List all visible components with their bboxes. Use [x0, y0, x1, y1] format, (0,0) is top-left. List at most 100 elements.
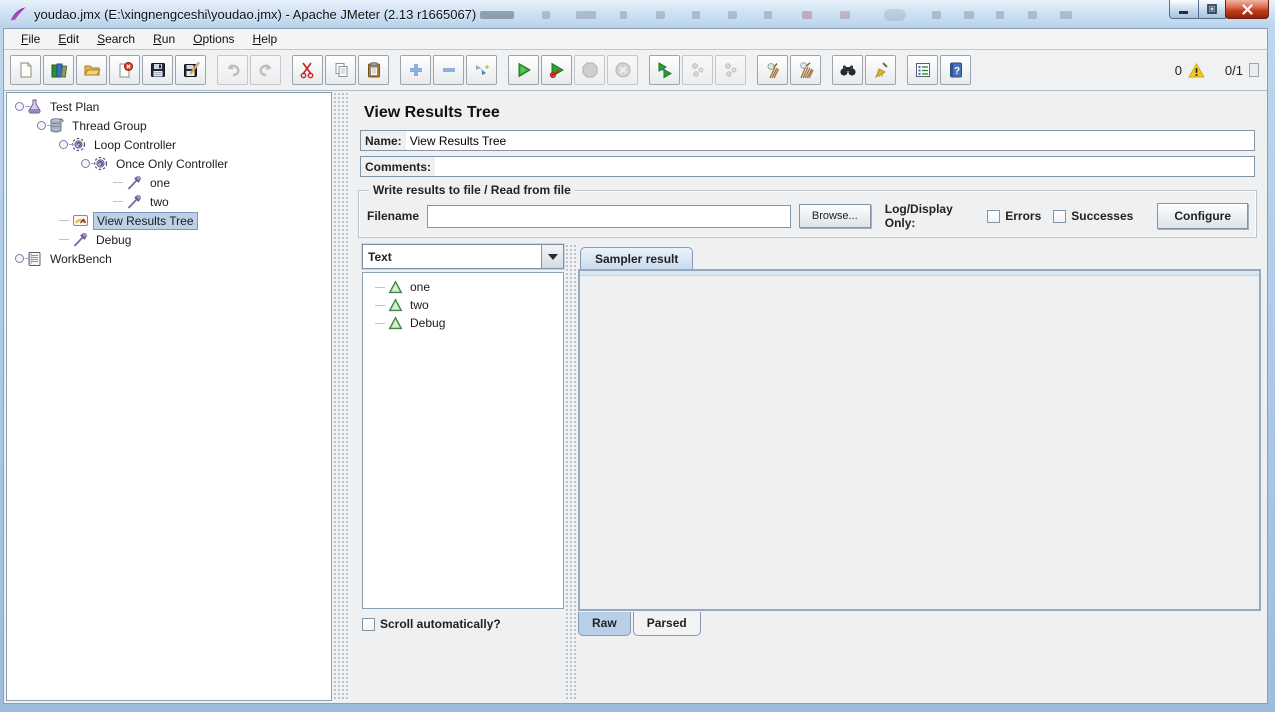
tab-parsed[interactable]: Parsed [632, 612, 701, 636]
results-tree[interactable]: one two Debug [362, 272, 564, 609]
combo-dropdown-button[interactable] [541, 245, 563, 268]
redo-button[interactable] [250, 55, 281, 85]
name-input[interactable] [405, 131, 1254, 150]
scroll-automatically-checkbox[interactable] [362, 617, 375, 631]
save-button[interactable] [142, 55, 173, 85]
errors-checkbox[interactable] [987, 209, 1001, 223]
view-results-tree-panel: View Results Tree Name: Comments: Write … [350, 92, 1265, 701]
viewer-split-divider[interactable] [565, 244, 577, 699]
menu-options[interactable]: Options [184, 30, 243, 48]
open-file-button[interactable] [76, 55, 107, 85]
log-error-count[interactable]: 0 [1175, 63, 1182, 78]
tree-node-label[interactable]: View Results Tree [93, 211, 198, 230]
remote-stop-all-button[interactable] [682, 55, 713, 85]
clear-icon [767, 62, 779, 79]
collapse-all-button[interactable] [433, 55, 464, 85]
save-icon [150, 63, 165, 77]
renderer-select[interactable]: Text [362, 244, 564, 269]
menu-file[interactable]: File [12, 30, 49, 48]
main-split-divider[interactable] [333, 92, 350, 701]
paste-button[interactable] [358, 55, 389, 85]
browse-button[interactable]: Browse... [798, 204, 871, 228]
tree-node-workbench[interactable]: WorkBench [7, 249, 331, 268]
copy-icon [335, 63, 347, 77]
collapse-all-icon [442, 68, 455, 72]
tree-node-label[interactable]: Test Plan [47, 99, 102, 115]
search-button[interactable] [832, 55, 863, 85]
shutdown-button[interactable] [607, 55, 638, 85]
tree-node-label[interactable]: Loop Controller [91, 137, 179, 153]
tab-raw[interactable]: Raw [578, 612, 631, 636]
menu-search[interactable]: Search [88, 30, 144, 48]
expand-knob[interactable] [81, 159, 96, 168]
sampler-result-content[interactable] [578, 269, 1261, 611]
menu-run[interactable]: Run [144, 30, 184, 48]
help-button[interactable]: ? [940, 55, 971, 85]
expand-all-button[interactable] [400, 55, 431, 85]
tree-node-label[interactable]: one [147, 175, 173, 191]
tree-node-label[interactable]: Debug [93, 232, 134, 248]
toggle-button[interactable] [466, 55, 497, 85]
tree-node-thread-group[interactable]: Thread Group [7, 116, 331, 135]
start-no-pauses-icon [549, 62, 564, 79]
tree-node-once-only-controller[interactable]: Once Only Controller [7, 154, 331, 173]
tab-sampler-result[interactable]: Sampler result [580, 247, 694, 269]
filename-input[interactable] [427, 204, 791, 228]
redo-icon [259, 64, 271, 77]
search-reset-button[interactable] [865, 55, 896, 85]
stop-button[interactable] [574, 55, 605, 85]
test-plan-tree[interactable]: Test Plan Thread Group Loop Controller O… [6, 92, 332, 701]
restore-button[interactable] [1198, 0, 1226, 19]
result-label[interactable]: one [407, 279, 433, 295]
binoculars-icon [839, 65, 856, 76]
tree-node-two[interactable]: two [7, 192, 331, 211]
templates-button[interactable] [43, 55, 74, 85]
menubar: File Edit Search Run Options Help [4, 29, 1267, 50]
result-label[interactable]: Debug [407, 315, 448, 331]
tree-node-label[interactable]: Once Only Controller [113, 156, 231, 172]
save-as-button[interactable] [175, 55, 206, 85]
expand-knob[interactable] [37, 121, 52, 130]
menu-edit[interactable]: Edit [49, 30, 88, 48]
expand-knob[interactable] [59, 140, 74, 149]
view-results-tree-icon [73, 215, 88, 226]
remote-shutdown-all-icon [724, 63, 736, 77]
result-label[interactable]: two [407, 297, 432, 313]
start-no-pauses-button[interactable] [541, 55, 572, 85]
menu-help[interactable]: Help [244, 30, 287, 48]
groupbox-legend: Write results to file / Read from file [369, 183, 575, 197]
tree-node-label[interactable]: Thread Group [69, 118, 150, 134]
cut-button[interactable] [292, 55, 323, 85]
result-row-debug[interactable]: Debug [363, 314, 563, 332]
tree-node-debug[interactable]: Debug [7, 230, 331, 249]
tree-node-one[interactable]: one [7, 173, 331, 192]
result-row-one[interactable]: one [363, 278, 563, 296]
start-button[interactable] [508, 55, 539, 85]
tree-node-label[interactable]: WorkBench [47, 251, 115, 267]
remote-shutdown-all-button[interactable] [715, 55, 746, 85]
titlebar[interactable]: youdao.jmx (E:\xingnengceshi\youdao.jmx)… [0, 0, 1275, 28]
function-helper-icon [915, 63, 930, 77]
tree-node-test-plan[interactable]: Test Plan [7, 97, 331, 116]
close-button[interactable] [1225, 0, 1269, 19]
sampler-icon [127, 194, 142, 209]
expand-knob[interactable] [15, 102, 30, 111]
clear-button[interactable] [757, 55, 788, 85]
copy-button[interactable] [325, 55, 356, 85]
function-helper-button[interactable] [907, 55, 938, 85]
configure-button[interactable]: Configure [1157, 203, 1248, 229]
remote-start-all-button[interactable] [649, 55, 680, 85]
tree-node-loop-controller[interactable]: Loop Controller [7, 135, 331, 154]
minimize-button[interactable] [1169, 0, 1199, 19]
result-row-two[interactable]: two [363, 296, 563, 314]
successes-checkbox[interactable] [1053, 209, 1067, 223]
warning-icon[interactable] [1188, 62, 1205, 78]
undo-button[interactable] [217, 55, 248, 85]
tree-node-label[interactable]: two [147, 194, 172, 210]
comments-input[interactable] [435, 157, 1254, 176]
new-file-button[interactable] [10, 55, 41, 85]
expand-knob[interactable] [15, 254, 30, 263]
close-file-button[interactable] [109, 55, 140, 85]
clear-all-button[interactable] [790, 55, 821, 85]
tree-node-view-results-tree[interactable]: View Results Tree [7, 211, 331, 230]
